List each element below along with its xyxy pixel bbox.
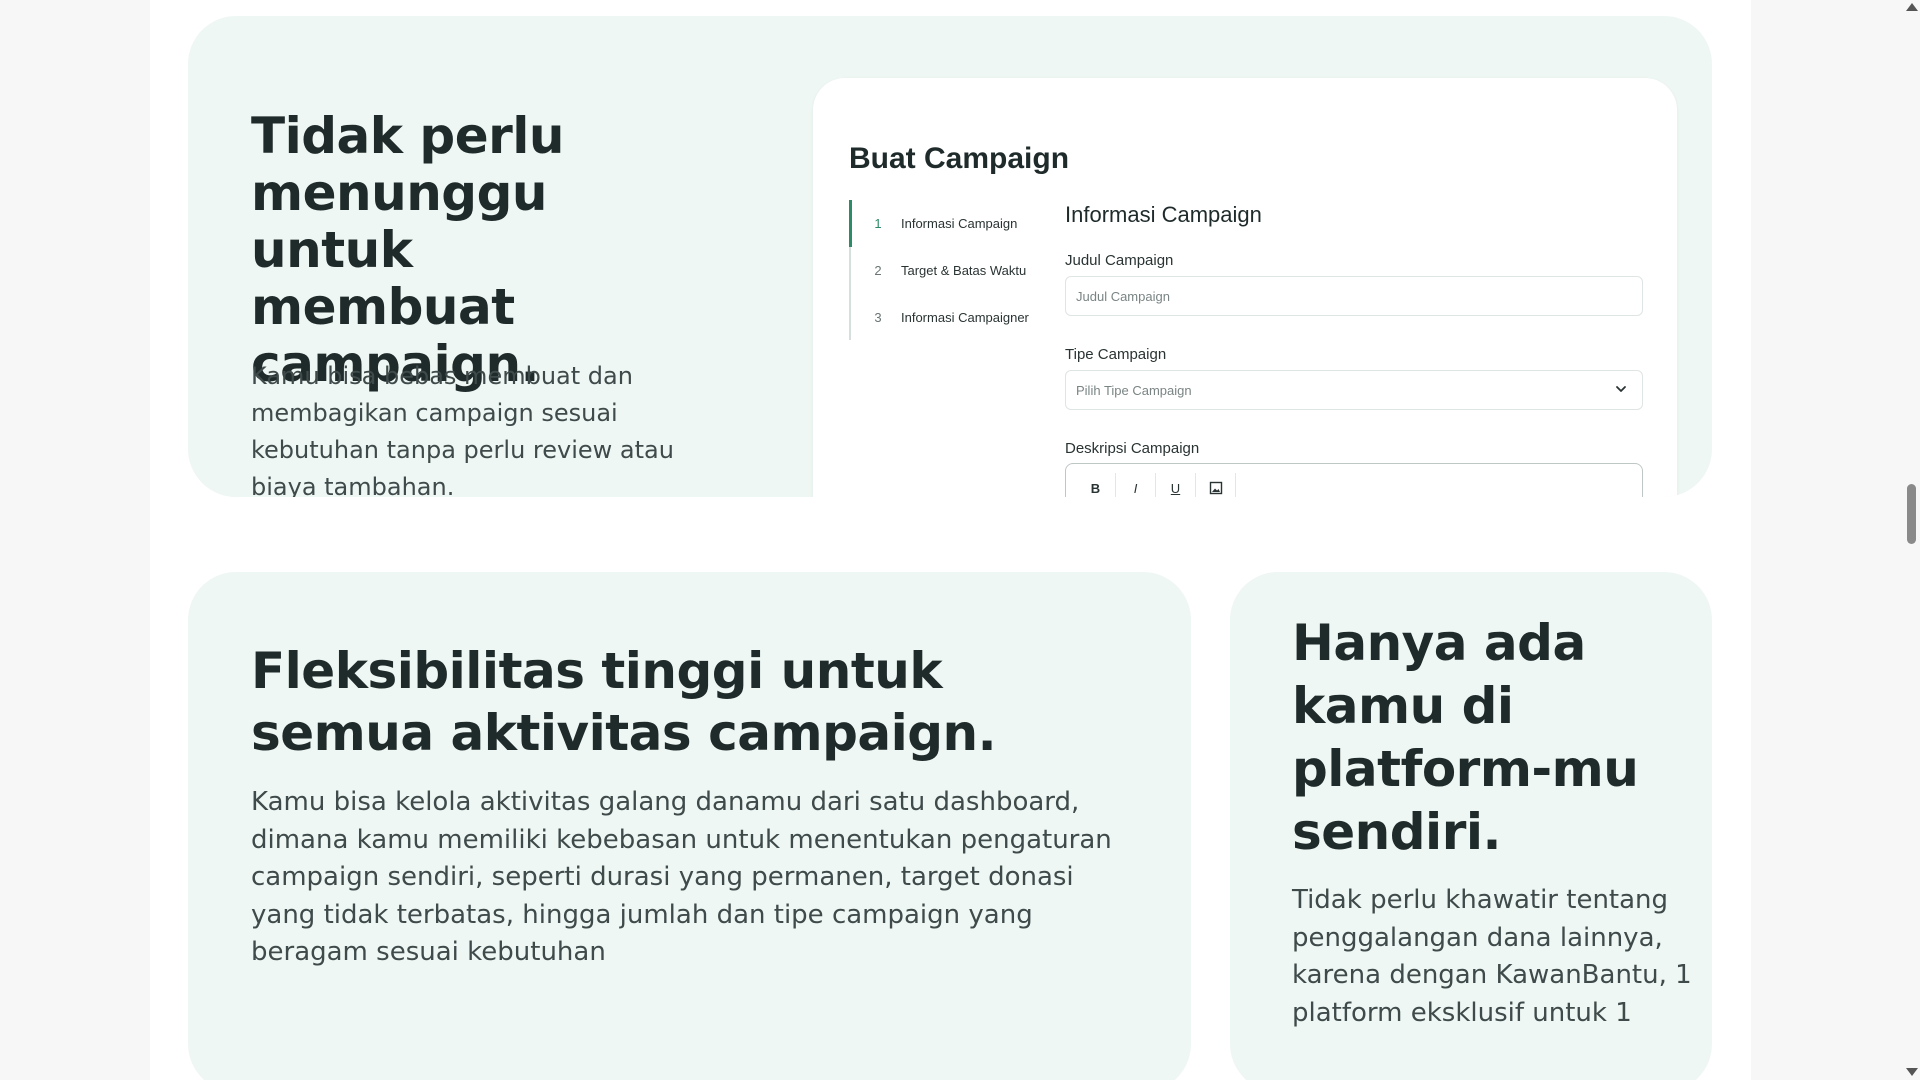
tipe-label: Tipe Campaign	[1065, 346, 1167, 363]
page: Tidak perlu menunggu untuk membuat campa…	[150, 0, 1751, 1080]
scroll-down-arrow-icon[interactable]	[1906, 1068, 1918, 1076]
feature-heading: Hanya ada kamu di platform-mu sendiri.	[1292, 614, 1639, 861]
feature-heading: Fleksibilitas tinggi untuk semua aktivit…	[251, 642, 997, 762]
feature-card-create-campaign: Tidak perlu menunggu untuk membuat campa…	[188, 16, 1712, 497]
tipe-selected-value: Pilih Tipe Campaign	[1076, 382, 1192, 398]
scrollbar-thumb[interactable]	[1907, 484, 1916, 544]
deskripsi-label: Deskripsi Campaign	[1065, 440, 1200, 457]
step-list: 1 Informasi Campaign 2 Target & Batas Wa…	[849, 200, 1039, 340]
judul-campaign-input[interactable]: Judul Campaign	[1065, 276, 1643, 316]
step-item-informasi-campaigner[interactable]: 3 Informasi Campaigner	[867, 306, 1029, 328]
mockup-title: Buat Campaign	[849, 142, 1070, 175]
step-number: 3	[874, 309, 882, 325]
feature-card-flexibility: Fleksibilitas tinggi untuk semua aktivit…	[188, 572, 1191, 1080]
vertical-scrollbar[interactable]	[1903, 0, 1920, 1080]
chevron-down-icon	[1616, 386, 1626, 392]
judul-placeholder: Judul Campaign	[1076, 288, 1170, 304]
step-number: 2	[874, 262, 882, 278]
step-label: Target & Batas Waktu	[901, 262, 1027, 278]
tipe-campaign-select[interactable]: Pilih Tipe Campaign	[1065, 370, 1643, 410]
step-item-informasi-campaign[interactable]: 1 Informasi Campaign	[867, 212, 1017, 234]
rich-text-toolbar: B I U	[1065, 463, 1643, 497]
italic-button[interactable]: I	[1116, 473, 1156, 497]
judul-label: Judul Campaign	[1065, 252, 1174, 269]
image-icon	[1209, 481, 1222, 495]
step-number: 1	[874, 215, 882, 231]
feature-heading: Tidak perlu menunggu untuk membuat campa…	[251, 107, 565, 393]
underline-button[interactable]: U	[1156, 473, 1196, 497]
campaign-form-mockup: Buat Campaign 1 Informasi Campaign 2 Tar…	[813, 78, 1677, 497]
feature-description: Kamu bisa kelola aktivitas galang danamu…	[251, 787, 1112, 967]
insert-image-button[interactable]	[1196, 473, 1236, 497]
feature-card-exclusive-platform: Hanya ada kamu di platform-mu sendiri. T…	[1230, 572, 1712, 1080]
feature-description: Tidak perlu khawatir tentang penggalanga…	[1292, 885, 1692, 1028]
bold-button[interactable]: B	[1076, 473, 1116, 497]
feature-description: Kamu bisa bebas membuat dan membagikan c…	[251, 362, 674, 497]
scroll-up-arrow-icon[interactable]	[1906, 3, 1918, 11]
step-label: Informasi Campaign	[901, 215, 1018, 231]
campaign-info-form: Informasi Campaign Judul Campaign Judul …	[1065, 200, 1643, 497]
form-title: Informasi Campaign	[1065, 202, 1262, 227]
active-step-indicator	[849, 200, 852, 247]
step-item-target-batas-waktu[interactable]: 2 Target & Batas Waktu	[867, 259, 1026, 281]
step-label: Informasi Campaigner	[901, 309, 1029, 325]
